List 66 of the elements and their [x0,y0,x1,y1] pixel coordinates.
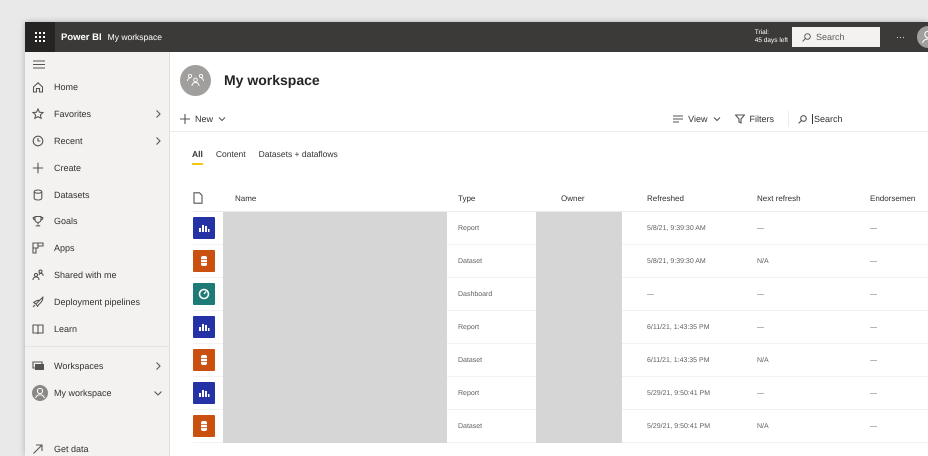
report-icon [193,217,215,239]
column-header[interactable]: Endorsemen [870,194,916,202]
tab[interactable]: Datasets + dataflows [258,145,338,165]
nav-item[interactable]: Datasets [25,181,169,208]
database-icon [32,188,44,201]
list-icon [673,115,684,123]
dataset-icon [193,349,215,371]
new-button[interactable]: New [180,114,226,124]
dataset-icon [193,250,215,272]
plus-icon [180,114,190,124]
monitor-icon [32,360,45,372]
filters-button[interactable]: Filters [734,114,774,124]
view-button[interactable]: View [673,114,720,124]
search-field[interactable]: Search [792,27,880,47]
plus-icon [32,162,44,174]
star-icon [32,108,44,120]
app-launcher-button[interactable] [25,22,55,52]
search-icon [802,33,811,42]
nav-item[interactable]: Recent [25,128,169,154]
rocket-icon [32,296,44,308]
chevron-right-icon [154,109,162,120]
search-icon [798,114,807,124]
people-icon [32,268,44,281]
nav-item[interactable]: Shared with me [25,262,169,288]
avatar-icon [32,385,48,402]
chevron-down-icon [218,116,226,122]
apps-icon [32,242,44,254]
column-header[interactable]: Refreshed [647,194,684,202]
nav-item[interactable]: Favorites [25,100,169,128]
chevron-down-icon [712,116,720,122]
dashboard-icon [193,283,215,305]
column-header[interactable]: Owner [561,194,585,202]
workspace-icon [180,64,211,96]
book-icon [32,322,44,335]
more-button[interactable]: ··· [896,32,905,42]
nav-item[interactable]: Home [25,74,169,101]
report-icon [193,382,215,404]
filter-icon [734,114,744,124]
nav-item[interactable]: Goals [25,208,169,235]
home-icon [32,81,44,94]
workspace-title: My workspace [224,72,320,88]
app-name[interactable]: Power BI [61,32,102,42]
column-header[interactable]: Name [235,194,256,202]
chevron-down-icon [153,389,163,398]
menu-icon[interactable] [33,60,45,68]
nav-item[interactable]: Get data [25,435,169,456]
column-header[interactable]: Next refresh [757,194,801,202]
nav-item[interactable]: My workspace [25,380,169,407]
nav-item[interactable]: Deployment pipelines [25,288,169,316]
breadcrumb[interactable]: My workspace [108,32,162,42]
report-icon [193,316,215,338]
chevron-right-icon [154,361,162,372]
nav-item[interactable]: Apps [25,234,169,262]
clock-icon [32,134,44,147]
document-icon [193,192,203,204]
nav-item[interactable]: Create [25,154,169,182]
nav-item[interactable]: Workspaces [25,352,169,380]
trophy-icon [32,215,44,228]
column-header[interactable]: Type [458,194,476,202]
waffle-icon [35,32,45,42]
chevron-right-icon [154,136,162,146]
dataset-icon [193,415,215,437]
nav-item[interactable]: Learn [25,315,169,342]
tab[interactable]: All [192,145,203,165]
arrow-icon [32,442,44,455]
tab[interactable]: Content [216,145,246,165]
